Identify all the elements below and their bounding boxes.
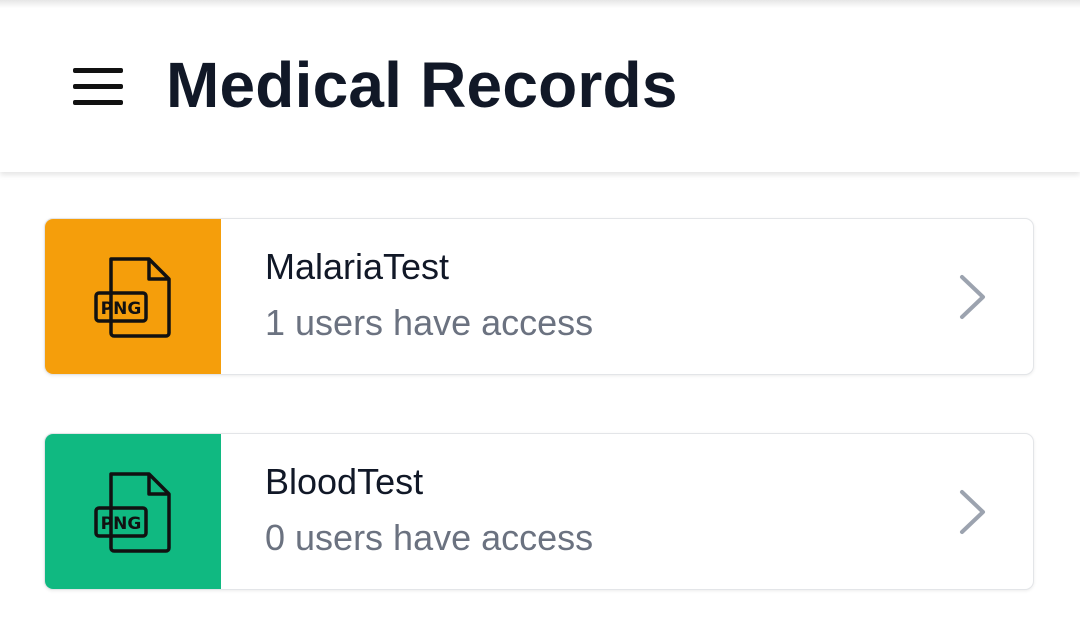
file-type-label: PNG xyxy=(101,299,142,319)
record-thumbnail: PNG xyxy=(45,219,221,374)
menu-button[interactable] xyxy=(62,54,136,118)
record-access-count: 0 users have access xyxy=(265,516,594,558)
png-file-icon: PNG xyxy=(94,471,171,553)
file-type-label: PNG xyxy=(101,514,142,534)
chevron-right-icon xyxy=(960,489,985,534)
record-text: BloodTest 0 users have access xyxy=(221,434,913,589)
record-card-malariatest[interactable]: PNG MalariaTest 1 users have access xyxy=(44,218,1034,375)
png-file-icon: PNG xyxy=(94,256,171,338)
page-title: Medical Records xyxy=(166,49,678,121)
record-text: MalariaTest 1 users have access xyxy=(221,219,913,374)
record-name: BloodTest xyxy=(265,460,424,502)
record-open-chevron[interactable] xyxy=(913,219,1033,374)
status-bar-shadow xyxy=(0,0,1080,8)
app-screen: Medical Records PNG MalariaTest 1 users … xyxy=(0,0,1080,638)
chevron-right-icon xyxy=(960,274,985,319)
record-open-chevron[interactable] xyxy=(913,434,1033,589)
record-access-count: 1 users have access xyxy=(265,301,594,343)
hamburger-menu-icon xyxy=(73,68,123,105)
app-bar: Medical Records xyxy=(0,0,1080,172)
record-card-bloodtest[interactable]: PNG BloodTest 0 users have access xyxy=(44,433,1034,590)
record-thumbnail: PNG xyxy=(45,434,221,589)
record-name: MalariaTest xyxy=(265,245,450,287)
